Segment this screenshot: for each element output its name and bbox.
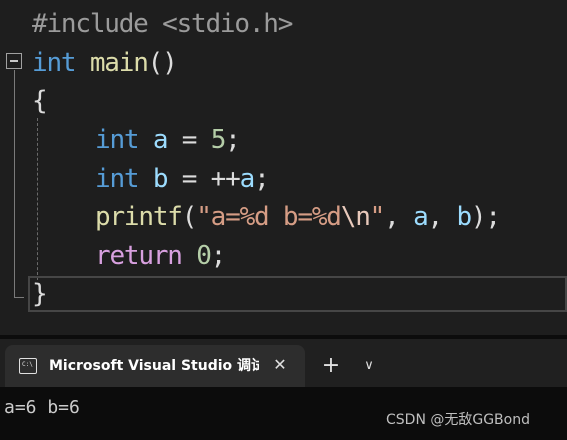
type-keyword: int <box>95 164 140 194</box>
console-output: a=6 b=6 <box>4 397 80 418</box>
number-literal: 5 <box>210 125 227 155</box>
code-line-4: int a = 5; <box>95 121 241 159</box>
arg-b: b <box>456 202 472 232</box>
function-name: main <box>89 48 149 78</box>
semicolon: ; <box>254 164 270 194</box>
format-string: "a=%d b=%d <box>196 202 342 232</box>
preprocessor-directive: #include <box>32 9 149 39</box>
code-line-7: return 0; <box>95 237 227 275</box>
fold-guide-end <box>14 297 24 298</box>
return-type: int <box>32 48 77 78</box>
indent-guide <box>37 118 38 280</box>
comma: , <box>384 202 414 232</box>
type-keyword: int <box>95 125 140 155</box>
string-close-quote: " <box>369 202 386 232</box>
tab-debug-console[interactable]: C:\ Microsoft Visual Studio 调试控制台 ✕ <box>5 345 305 387</box>
open-paren: ( <box>181 202 198 232</box>
collapse-toggle-icon[interactable] <box>6 53 22 69</box>
arg-a: a <box>413 202 429 232</box>
tab-strip: C:\ Microsoft Visual Studio 调试控制台 ✕ + ∨ <box>0 339 567 387</box>
include-header: <stdio.h> <box>162 9 293 39</box>
code-line-8: } <box>32 275 48 313</box>
semicolon: ; <box>225 125 241 155</box>
open-brace: { <box>32 86 48 116</box>
printf-call: printf <box>95 202 183 232</box>
assign-op: = <box>167 125 211 155</box>
console-icon: C:\ <box>19 358 37 374</box>
variable-a: a <box>152 125 169 155</box>
code-line-1: #include <stdio.h> <box>32 5 293 43</box>
chevron-down-icon[interactable]: ∨ <box>356 353 382 379</box>
number-literal: 0 <box>196 241 212 271</box>
close-paren-semicolon: ); <box>470 202 501 232</box>
current-line-highlight <box>28 276 567 312</box>
tab-title: Microsoft Visual Studio 调试控制台 <box>49 358 259 374</box>
variable-b: b <box>152 164 169 194</box>
watermark: CSDN @无敌GGBond <box>386 412 530 428</box>
escape-sequence: \n <box>340 202 371 232</box>
code-line-5: int b = ++a; <box>95 160 270 198</box>
code-line-6: printf("a=%d b=%d\n", a, b); <box>95 198 501 236</box>
terminal-window: C:\ Microsoft Visual Studio 调试控制台 ✕ + ∨ … <box>0 339 567 440</box>
increment-op: = ++ <box>167 164 241 194</box>
return-keyword: return <box>95 241 183 271</box>
comma: , <box>427 202 457 232</box>
code-line-3: { <box>32 82 48 120</box>
fold-guide <box>14 70 15 298</box>
close-brace: } <box>32 279 48 309</box>
close-icon[interactable]: ✕ <box>269 354 291 376</box>
code-line-2: int main() <box>32 44 178 82</box>
code-editor[interactable]: #include <stdio.h> int main() { int a = … <box>0 0 567 335</box>
semicolon: ; <box>210 241 227 271</box>
parens: () <box>147 48 178 78</box>
variable-a: a <box>239 164 256 194</box>
new-tab-button[interactable]: + <box>318 353 344 379</box>
